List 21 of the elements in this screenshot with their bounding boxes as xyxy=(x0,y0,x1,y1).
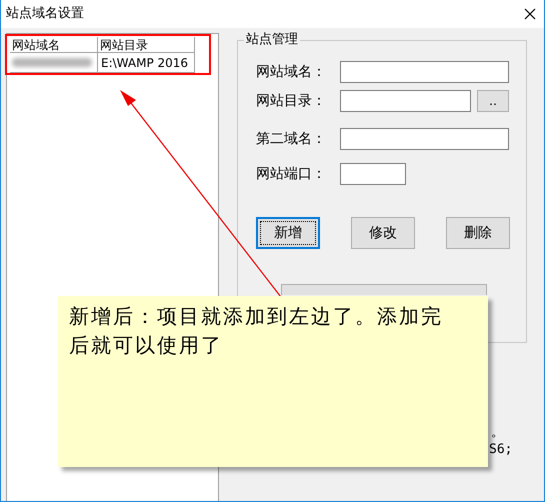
group-title: 站点管理 xyxy=(244,32,300,48)
column-header[interactable]: 网站目录 xyxy=(98,37,195,53)
browse-button[interactable]: ‥ xyxy=(477,90,509,112)
input-field[interactable] xyxy=(340,90,471,112)
field-label: 网站目录： xyxy=(256,92,327,110)
input-field[interactable] xyxy=(340,128,509,150)
input-field[interactable] xyxy=(340,163,406,185)
hint-text: 。 xyxy=(491,424,504,442)
action-button[interactable]: 修改 xyxy=(351,217,415,249)
hint-text: S6; xyxy=(489,441,512,459)
action-button[interactable]: 新增 xyxy=(256,217,320,249)
window-title: 站点域名设置 xyxy=(6,5,84,24)
table-cell: E:\WAMP 2016 xyxy=(98,53,195,73)
column-header[interactable]: 网站域名 xyxy=(10,37,98,53)
action-button[interactable]: 删除 xyxy=(446,217,510,249)
field-label: 网站域名： xyxy=(256,62,327,82)
close-icon[interactable] xyxy=(524,8,536,20)
input-field[interactable] xyxy=(340,61,509,83)
annotation-note: 新增后：项目就添加到左边了。添加完后就可以使用了 xyxy=(58,296,488,467)
field-label: 第二域名： xyxy=(256,130,327,148)
field-label: 网站端口： xyxy=(256,164,327,184)
